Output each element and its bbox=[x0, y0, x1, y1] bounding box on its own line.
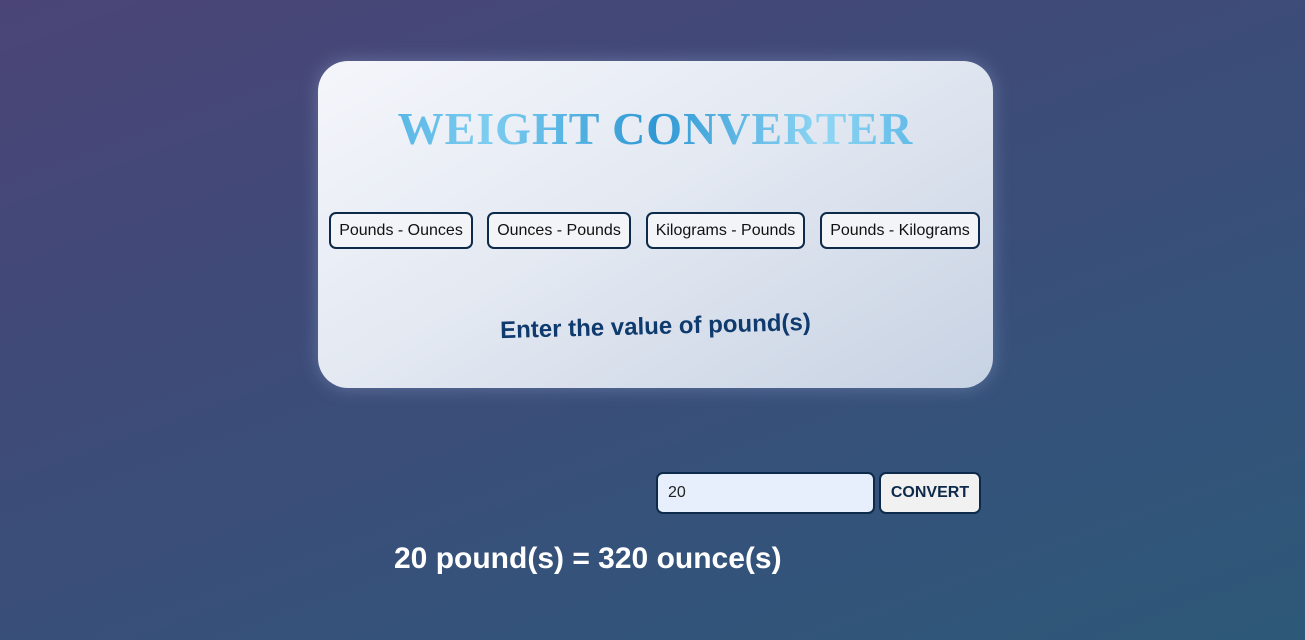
value-input[interactable] bbox=[656, 472, 875, 514]
convert-button[interactable]: CONVERT bbox=[879, 472, 981, 514]
page-title: WEIGHT CONVERTER bbox=[318, 101, 993, 157]
ounces-to-pounds-button[interactable]: Ounces - Pounds bbox=[487, 212, 631, 249]
input-prompt: Enter the value of pound(s) bbox=[499, 308, 812, 345]
pounds-to-kilograms-button[interactable]: Pounds - Kilograms bbox=[820, 212, 980, 249]
conversion-result: 20 pound(s) = 320 ounce(s) bbox=[394, 542, 782, 575]
pounds-to-ounces-button[interactable]: Pounds - Ounces bbox=[329, 212, 473, 249]
kilograms-to-pounds-button[interactable]: Kilograms - Pounds bbox=[646, 212, 805, 249]
converter-card: WEIGHT CONVERTER Pounds - Ounces Ounces … bbox=[318, 61, 993, 388]
